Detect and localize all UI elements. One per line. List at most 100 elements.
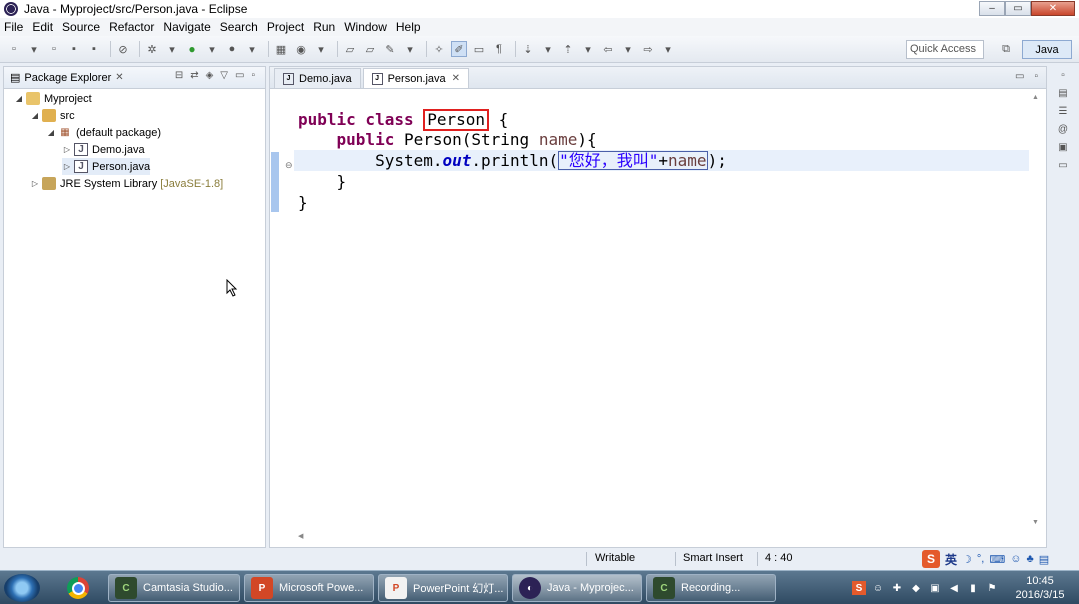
show-whitespace-icon[interactable]: ¶ bbox=[491, 41, 507, 57]
forward-icon[interactable]: ⇨ bbox=[640, 41, 656, 57]
expanded-arrow-icon[interactable]: ◢ bbox=[14, 94, 24, 103]
taskbar-item-camtasia[interactable]: C Camtasia Studio... bbox=[108, 574, 240, 602]
minimize-icon[interactable]: ▭ bbox=[1015, 71, 1024, 82]
shield-icon[interactable]: ◆ bbox=[909, 581, 923, 595]
new-package-icon[interactable]: ▦ bbox=[273, 41, 289, 57]
close-button[interactable]: ✕ bbox=[1031, 1, 1075, 16]
menu-run[interactable]: Run bbox=[313, 20, 335, 34]
qq-icon[interactable]: ☺ bbox=[871, 581, 885, 595]
horizontal-scrollbar[interactable]: ◀ bbox=[294, 531, 1029, 545]
user-icon[interactable]: ☺ bbox=[1010, 553, 1021, 565]
tree-item-demo-java[interactable]: ▷ J Demo.java bbox=[62, 141, 145, 158]
javadoc-icon[interactable]: @ bbox=[1056, 124, 1070, 138]
collapsed-arrow-icon[interactable]: ▷ bbox=[62, 162, 72, 171]
mark-occurrences-icon[interactable]: ✐ bbox=[451, 41, 467, 57]
moon-icon[interactable]: ☽ bbox=[962, 553, 972, 566]
dropdown-icon[interactable]: ▾ bbox=[540, 41, 556, 57]
tab-demo-java[interactable]: J Demo.java bbox=[274, 68, 361, 88]
dropdown-icon[interactable]: ▾ bbox=[26, 41, 42, 57]
code-line-2[interactable]: public Person(String name){ bbox=[298, 130, 597, 150]
menu-window[interactable]: Window bbox=[344, 20, 387, 34]
scroll-up-icon[interactable]: ▲ bbox=[1032, 94, 1039, 101]
taskbar-item-recording[interactable]: C Recording... bbox=[646, 574, 776, 602]
security-icon[interactable]: ✚ bbox=[890, 581, 904, 595]
java-perspective-button[interactable]: Java bbox=[1022, 40, 1072, 59]
save-icon[interactable]: ▪ bbox=[66, 41, 82, 57]
open-type-icon[interactable]: ▱ bbox=[342, 41, 358, 57]
fold-collapse-icon[interactable]: ⊖ bbox=[285, 160, 293, 171]
code-line-4[interactable]: } bbox=[298, 172, 347, 192]
new-icon[interactable]: ▫ bbox=[6, 41, 22, 57]
menu-refactor[interactable]: Refactor bbox=[109, 20, 154, 34]
collapsed-arrow-icon[interactable]: ▷ bbox=[30, 179, 40, 188]
task-list-icon[interactable]: ☰ bbox=[1056, 106, 1070, 120]
dropdown-icon[interactable]: ▾ bbox=[164, 41, 180, 57]
scroll-down-icon[interactable]: ▼ bbox=[1032, 519, 1039, 526]
toggle-ant-icon[interactable]: ✧ bbox=[431, 41, 447, 57]
focus-icon[interactable]: ◈ bbox=[206, 70, 214, 81]
taskbar-item-eclipse[interactable]: ◐ Java - Myprojec... bbox=[512, 574, 642, 602]
code-line-3[interactable]: System.out.println("您好，我叫"+name); bbox=[298, 151, 727, 171]
search-icon[interactable]: ✎ bbox=[382, 41, 398, 57]
vertical-scrollbar[interactable]: ▲ ▼ bbox=[1030, 90, 1044, 530]
dropdown-icon[interactable]: ▾ bbox=[204, 41, 220, 57]
menu-search[interactable]: Search bbox=[220, 20, 258, 34]
dropdown-icon[interactable]: ▾ bbox=[313, 41, 329, 57]
close-icon[interactable]: ✕ bbox=[115, 72, 123, 83]
volume-icon[interactable]: ◀ bbox=[947, 581, 961, 595]
view-menu-icon[interactable]: ▽ bbox=[220, 70, 228, 81]
package-explorer-tab[interactable]: ▤ Package Explorer ✕ ⊟ ⇄ ◈ ▽ ▭ ▫ bbox=[4, 67, 265, 89]
usb-icon[interactable]: ▣ bbox=[928, 581, 942, 595]
menu-project[interactable]: Project bbox=[267, 20, 304, 34]
outline-icon[interactable]: ▤ bbox=[1056, 88, 1070, 102]
start-button[interactable] bbox=[4, 574, 40, 602]
tree-item-default-package[interactable]: ◢ ▦ (default package) bbox=[46, 124, 161, 141]
dropdown-icon[interactable]: ▾ bbox=[580, 41, 596, 57]
maximize-icon[interactable]: ▫ bbox=[1034, 71, 1038, 82]
dropdown-icon[interactable]: ▾ bbox=[402, 41, 418, 57]
prev-annotation-icon[interactable]: ⇡ bbox=[560, 41, 576, 57]
close-icon[interactable]: ✕ bbox=[452, 73, 460, 84]
skip-breakpoints-icon[interactable]: ⊘ bbox=[115, 41, 131, 57]
punctuation-icon[interactable]: °, bbox=[977, 553, 984, 565]
dropdown-icon[interactable]: ▾ bbox=[660, 41, 676, 57]
dropdown-icon[interactable]: ▾ bbox=[244, 41, 260, 57]
open-task-icon[interactable]: ▱ bbox=[362, 41, 378, 57]
link-editor-icon[interactable]: ⇄ bbox=[190, 70, 198, 81]
taskbar-clock[interactable]: 10:45 2016/3/15 bbox=[1006, 574, 1074, 602]
block-selection-icon[interactable]: ▭ bbox=[471, 41, 487, 57]
skin-icon[interactable]: ♣ bbox=[1026, 553, 1033, 565]
keyboard-icon[interactable]: ⌨ bbox=[989, 553, 1005, 566]
restore-icon[interactable]: ▫ bbox=[1056, 70, 1070, 84]
tab-person-java[interactable]: J Person.java ✕ bbox=[362, 68, 470, 88]
ime-mode[interactable]: 英 bbox=[945, 551, 957, 568]
run-icon[interactable]: ● bbox=[184, 41, 200, 57]
sogou-tray-icon[interactable]: S bbox=[852, 581, 866, 595]
minimize-button[interactable]: – bbox=[979, 1, 1005, 16]
maximize-icon[interactable]: ▫ bbox=[251, 70, 255, 81]
quick-access-field[interactable]: Quick Access bbox=[906, 40, 984, 59]
menu-help[interactable]: Help bbox=[396, 20, 421, 34]
action-center-icon[interactable]: ⚑ bbox=[985, 581, 999, 595]
menu-source[interactable]: Source bbox=[62, 20, 100, 34]
declaration-icon[interactable]: ▣ bbox=[1056, 142, 1070, 156]
network-icon[interactable]: ▮ bbox=[966, 581, 980, 595]
back-icon[interactable]: ⇦ bbox=[600, 41, 616, 57]
save-all-icon[interactable]: ▪ bbox=[86, 41, 102, 57]
expanded-arrow-icon[interactable]: ◢ bbox=[30, 111, 40, 120]
minimize-icon[interactable]: ▭ bbox=[235, 70, 244, 81]
tree-item-jre[interactable]: ▷ JRE System Library [JavaSE-1.8] bbox=[30, 175, 223, 192]
collapse-all-icon[interactable]: ⊟ bbox=[175, 70, 183, 81]
code-line-1[interactable]: public class Person { bbox=[298, 109, 508, 131]
maximize-button[interactable]: ▭ bbox=[1005, 1, 1031, 16]
dropdown-icon[interactable]: ▾ bbox=[620, 41, 636, 57]
external-tools-icon[interactable]: ● bbox=[224, 41, 240, 57]
console-icon[interactable]: ▭ bbox=[1056, 160, 1070, 174]
code-line-5[interactable]: } bbox=[298, 193, 308, 213]
chrome-taskbar-button[interactable] bbox=[58, 575, 98, 601]
sogou-icon[interactable]: S bbox=[922, 550, 940, 568]
open-perspective-icon[interactable]: ⧉ bbox=[998, 40, 1014, 58]
settings-icon[interactable]: ▤ bbox=[1039, 553, 1049, 566]
menu-file[interactable]: File bbox=[4, 20, 23, 34]
scroll-left-icon[interactable]: ◀ bbox=[298, 532, 303, 540]
